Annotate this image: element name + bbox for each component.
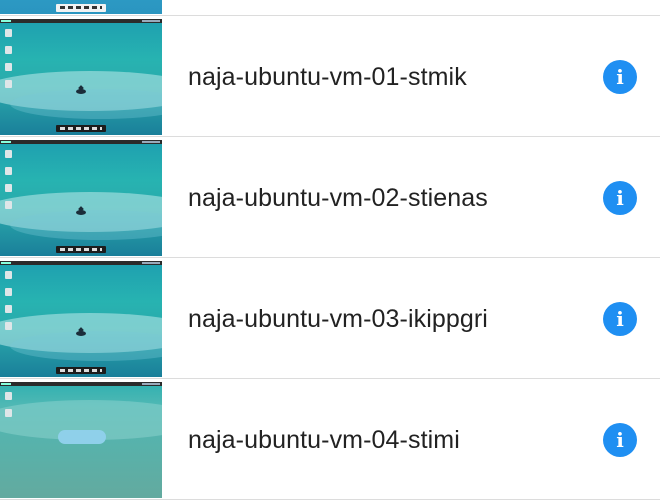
info-icon[interactable]: i [603,181,637,215]
taskbar-dock [56,367,106,374]
vm-list-item[interactable]: naja-ubuntu-vm-04-stimi i [0,380,660,500]
vm-list-item[interactable]: naja-ubuntu-vm-03-ikippgri i [0,259,660,379]
vm-name[interactable]: naja-ubuntu-vm-01-stmik [188,17,467,137]
vm-thumbnail[interactable] [0,261,162,377]
desktop-logo-icon [76,210,86,215]
vm-thumbnail[interactable] [0,382,162,498]
vm-thumbnail[interactable] [0,19,162,135]
info-icon[interactable]: i [603,423,637,457]
taskbar-dock [56,125,106,132]
taskbar-dock [56,4,106,12]
vm-list-item[interactable]: naja-ubuntu-vm-01-stmik i [0,17,660,137]
desktop-logo-icon [76,89,86,94]
vm-name[interactable]: naja-ubuntu-vm-04-stimi [188,380,460,500]
vm-list-item[interactable]: i [0,0,660,16]
info-icon[interactable]: i [603,60,637,94]
info-icon[interactable]: i [603,302,637,336]
vm-list: i naja-ubuntu-vm-01-stmik i naja-ubuntu-… [0,0,660,500]
vm-thumbnail[interactable] [0,0,162,14]
vm-thumbnail[interactable] [0,140,162,256]
desktop-logo-icon [76,331,86,336]
taskbar-dock [56,246,106,253]
vm-name[interactable]: naja-ubuntu-vm-02-stienas [188,138,488,258]
vm-name[interactable]: naja-ubuntu-vm-03-ikippgri [188,259,488,379]
vm-list-item[interactable]: naja-ubuntu-vm-02-stienas i [0,138,660,258]
